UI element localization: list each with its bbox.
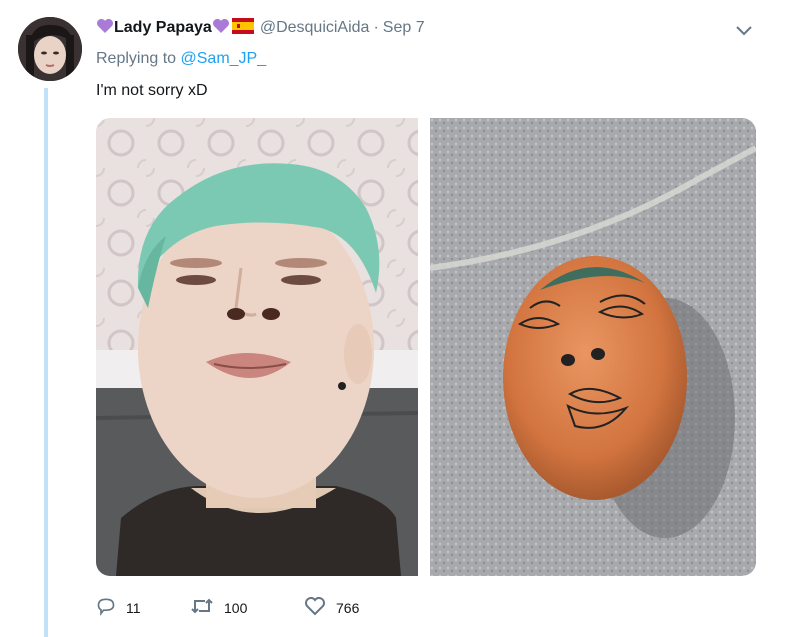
separator-dot: · — [373, 19, 379, 36]
reply-button[interactable]: 11 — [96, 596, 190, 619]
user-handle[interactable]: @DesquiciAida — [260, 19, 370, 37]
retweet-count: 100 — [224, 599, 248, 616]
heart-icon — [304, 596, 336, 619]
media-grid — [96, 118, 756, 576]
replying-to-link[interactable]: @Sam_JP_ — [181, 50, 267, 67]
purple-heart-icon — [96, 18, 114, 39]
display-name[interactable]: Lady Papaya — [114, 19, 212, 37]
retweet-button[interactable]: 100 — [190, 596, 304, 619]
replying-to-label: Replying to — [96, 50, 177, 67]
reply-icon — [96, 596, 126, 619]
spain-flag-icon — [231, 17, 254, 39]
purple-heart-icon — [212, 18, 230, 39]
replying-to: Replying to @Sam_JP_ — [96, 50, 266, 68]
tweet-text: I'm not sorry xD — [96, 82, 208, 99]
thread-line — [44, 88, 48, 637]
like-button[interactable]: 766 — [304, 596, 359, 619]
tweet-actions: 11 100 766 — [96, 596, 359, 619]
reply-count: 11 — [126, 599, 141, 616]
avatar[interactable] — [18, 17, 82, 81]
egg-with-drawn-face-photo[interactable] — [430, 118, 756, 576]
tweet-date[interactable]: Sep 7 — [383, 19, 425, 37]
like-count: 766 — [336, 599, 360, 616]
retweet-icon — [190, 596, 224, 619]
chevron-down-icon[interactable] — [734, 23, 754, 39]
tweet-header: Lady Papaya @DesquiciAida · Sep 7 — [96, 14, 425, 42]
person-selfie-photo[interactable] — [96, 118, 418, 576]
